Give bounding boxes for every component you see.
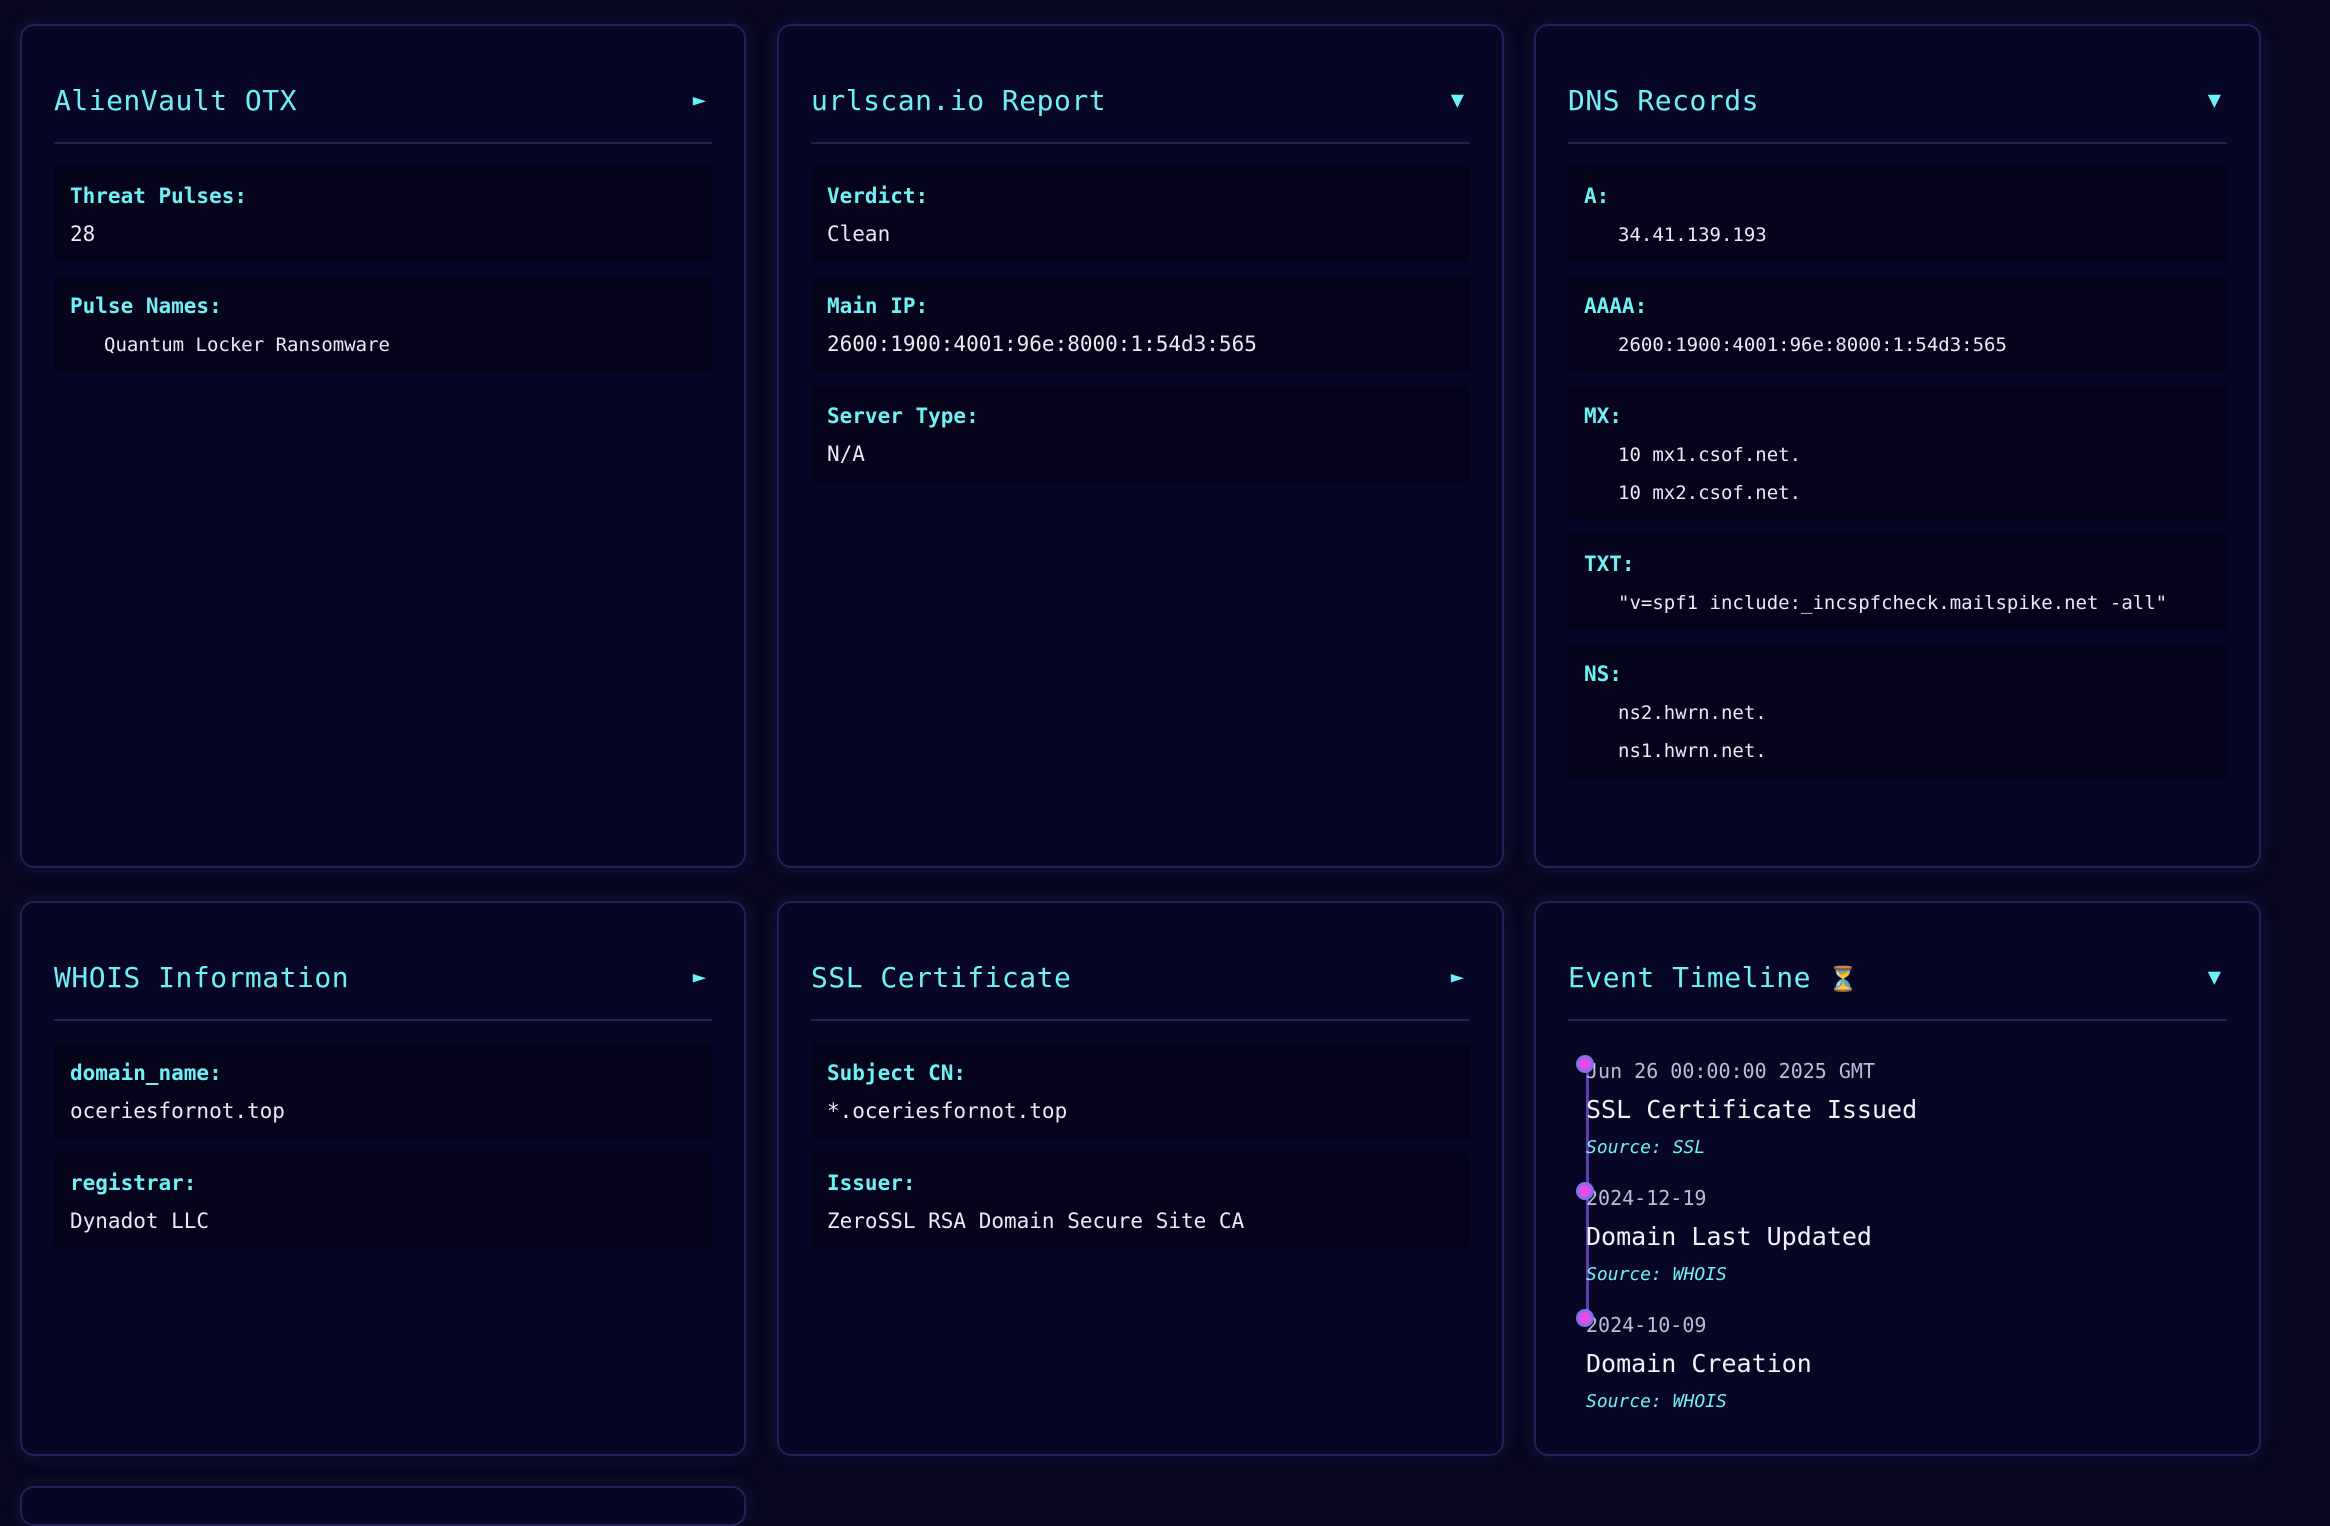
next-card [20, 1486, 746, 1526]
dns-record-value: "v=spf1 include:_incspfcheck.mailspike.n… [1618, 592, 2168, 614]
collapse-arrow-icon[interactable]: ▼ [2208, 88, 2221, 113]
threat-pulses-field: Threat Pulses: 28 [54, 166, 712, 262]
dns-record-txt: TXT: "v=spf1 include:_incspfcheck.mailsp… [1568, 534, 2227, 630]
dns-record-value: 10 mx1.csof.net. [1618, 444, 1802, 466]
registrar-value: Dynadot LLC [70, 1209, 210, 1233]
timeline-title-text: Event Timeline [1568, 961, 1812, 994]
timeline-dot-icon [1576, 1309, 1594, 1327]
timeline-card: Event Timeline ⏳ ▼ Jun 26 00:00:00 2025 … [1534, 901, 2261, 1456]
pulse-name-item: Quantum Locker Ransomware [104, 334, 390, 356]
dns-card: DNS Records ▼ A: 34.41.139.193 AAAA: 260… [1534, 24, 2261, 868]
ssl-card-body: Subject CN: *.oceriesfornot.top Issuer: … [811, 1043, 1470, 1263]
otx-card-header[interactable]: AlienVault OTX ► [54, 66, 712, 144]
dns-record-values: 2600:1900:4001:96e:8000:1:54d3:565 [1584, 334, 2211, 356]
timeline-event-title: Domain Creation [1586, 1349, 1812, 1378]
urlscan-card-body: Verdict: Clean Main IP: 2600:1900:4001:9… [811, 166, 1470, 496]
collapse-arrow-icon[interactable]: ▼ [2208, 965, 2221, 990]
urlscan-card: urlscan.io Report ▼ Verdict: Clean Main … [777, 24, 1504, 868]
otx-card-body: Threat Pulses: 28 Pulse Names: Quantum L… [54, 166, 712, 386]
pulse-names-field: Pulse Names: Quantum Locker Ransomware [54, 276, 712, 372]
dns-record-label: A: [1584, 184, 1610, 208]
timeline-event: Jun 26 00:00:00 2025 GMT SSL Certificate… [1576, 1055, 2186, 1179]
timeline-event-date: 2024-10-09 [1586, 1313, 1707, 1337]
dns-record-value: 2600:1900:4001:96e:8000:1:54d3:565 [1618, 334, 2007, 356]
timeline: Jun 26 00:00:00 2025 GMT SSL Certificate… [1576, 1045, 2227, 1412]
whois-card-body: domain_name: oceriesfornot.top registrar… [54, 1043, 712, 1263]
domain-name-label: domain_name: [70, 1061, 222, 1085]
dns-card-header[interactable]: DNS Records ▼ [1568, 66, 2227, 144]
dns-card-body: A: 34.41.139.193 AAAA: 2600:1900:4001:96… [1568, 166, 2227, 792]
dns-record-value: ns1.hwrn.net. [1618, 740, 1767, 762]
timeline-event: 2024-12-19 Domain Last Updated Source: W… [1576, 1182, 2186, 1306]
domain-name-field: domain_name: oceriesfornot.top [54, 1043, 712, 1139]
subject-cn-label: Subject CN: [827, 1061, 967, 1085]
urlscan-card-header[interactable]: urlscan.io Report ▼ [811, 66, 1470, 144]
dns-record-value: 10 mx2.csof.net. [1618, 482, 1802, 504]
main-ip-value: 2600:1900:4001:96e:8000:1:54d3:565 [827, 332, 1257, 356]
dns-record-ns: NS: ns2.hwrn.net. ns1.hwrn.net. [1568, 644, 2227, 778]
dns-record-label: NS: [1584, 662, 1622, 686]
server-type-label: Server Type: [827, 404, 979, 428]
hourglass-icon: ⏳ [1828, 965, 1859, 993]
timeline-dot-icon [1576, 1182, 1594, 1200]
verdict-field: Verdict: Clean [811, 166, 1470, 262]
server-type-value: N/A [827, 442, 865, 466]
ssl-card: SSL Certificate ► Subject CN: *.oceriesf… [777, 901, 1504, 1456]
whois-card: WHOIS Information ► domain_name: oceries… [20, 901, 746, 1456]
expand-arrow-icon[interactable]: ► [693, 88, 706, 113]
pulse-names-label: Pulse Names: [70, 294, 222, 318]
collapse-arrow-icon[interactable]: ▼ [1451, 88, 1464, 113]
issuer-value: ZeroSSL RSA Domain Secure Site CA [827, 1209, 1245, 1233]
issuer-label: Issuer: [827, 1171, 916, 1195]
dns-record-label: TXT: [1584, 552, 1635, 576]
main-ip-label: Main IP: [827, 294, 929, 318]
dns-record-values: 10 mx1.csof.net. 10 mx2.csof.net. [1584, 444, 2211, 504]
whois-card-header[interactable]: WHOIS Information ► [54, 943, 712, 1021]
timeline-dot-icon [1576, 1055, 1594, 1073]
server-type-field: Server Type: N/A [811, 386, 1470, 482]
dns-card-title: DNS Records [1568, 84, 1759, 117]
dns-record-values: ns2.hwrn.net. ns1.hwrn.net. [1584, 702, 2211, 762]
timeline-event-source: Source: SSL [1586, 1137, 1706, 1158]
threat-pulses-label: Threat Pulses: [70, 184, 248, 208]
verdict-value: Clean [827, 222, 891, 246]
ssl-card-title: SSL Certificate [811, 961, 1072, 994]
registrar-field: registrar: Dynadot LLC [54, 1153, 712, 1249]
domain-name-value: oceriesfornot.top [70, 1099, 285, 1123]
verdict-label: Verdict: [827, 184, 929, 208]
dns-record-aaaa: AAAA: 2600:1900:4001:96e:8000:1:54d3:565 [1568, 276, 2227, 372]
issuer-field: Issuer: ZeroSSL RSA Domain Secure Site C… [811, 1153, 1470, 1249]
timeline-event-title: SSL Certificate Issued [1586, 1095, 1918, 1124]
timeline-card-header[interactable]: Event Timeline ⏳ ▼ [1568, 943, 2227, 1021]
timeline-event: 2024-10-09 Domain Creation Source: WHOIS [1576, 1309, 2186, 1433]
timeline-event-title: Domain Last Updated [1586, 1222, 1872, 1251]
subject-cn-field: Subject CN: *.oceriesfornot.top [811, 1043, 1470, 1139]
whois-card-title: WHOIS Information [54, 961, 350, 994]
timeline-event-date: 2024-12-19 [1586, 1186, 1707, 1210]
expand-arrow-icon[interactable]: ► [693, 965, 706, 990]
dns-record-a: A: 34.41.139.193 [1568, 166, 2227, 262]
dns-record-values: "v=spf1 include:_incspfcheck.mailspike.n… [1584, 592, 2211, 614]
otx-card-title: AlienVault OTX [54, 84, 298, 117]
expand-arrow-icon[interactable]: ► [1451, 965, 1464, 990]
subject-cn-value: *.oceriesfornot.top [827, 1099, 1068, 1123]
timeline-event-source: Source: WHOIS [1586, 1391, 1727, 1412]
ssl-card-header[interactable]: SSL Certificate ► [811, 943, 1470, 1021]
pulse-names-list: Quantum Locker Ransomware [70, 334, 696, 356]
main-ip-field: Main IP: 2600:1900:4001:96e:8000:1:54d3:… [811, 276, 1470, 372]
urlscan-card-title: urlscan.io Report [811, 84, 1107, 117]
dns-record-value: 34.41.139.193 [1618, 224, 1767, 246]
dns-record-mx: MX: 10 mx1.csof.net. 10 mx2.csof.net. [1568, 386, 2227, 520]
timeline-event-date: Jun 26 00:00:00 2025 GMT [1586, 1059, 1875, 1083]
timeline-event-source: Source: WHOIS [1586, 1264, 1727, 1285]
dns-record-value: ns2.hwrn.net. [1618, 702, 1767, 724]
otx-card: AlienVault OTX ► Threat Pulses: 28 Pulse… [20, 24, 746, 868]
dns-record-label: AAAA: [1584, 294, 1648, 318]
threat-pulses-value: 28 [70, 222, 96, 246]
dns-record-values: 34.41.139.193 [1584, 224, 2211, 246]
dns-record-label: MX: [1584, 404, 1622, 428]
timeline-card-title: Event Timeline ⏳ [1568, 961, 1859, 994]
registrar-label: registrar: [70, 1171, 197, 1195]
